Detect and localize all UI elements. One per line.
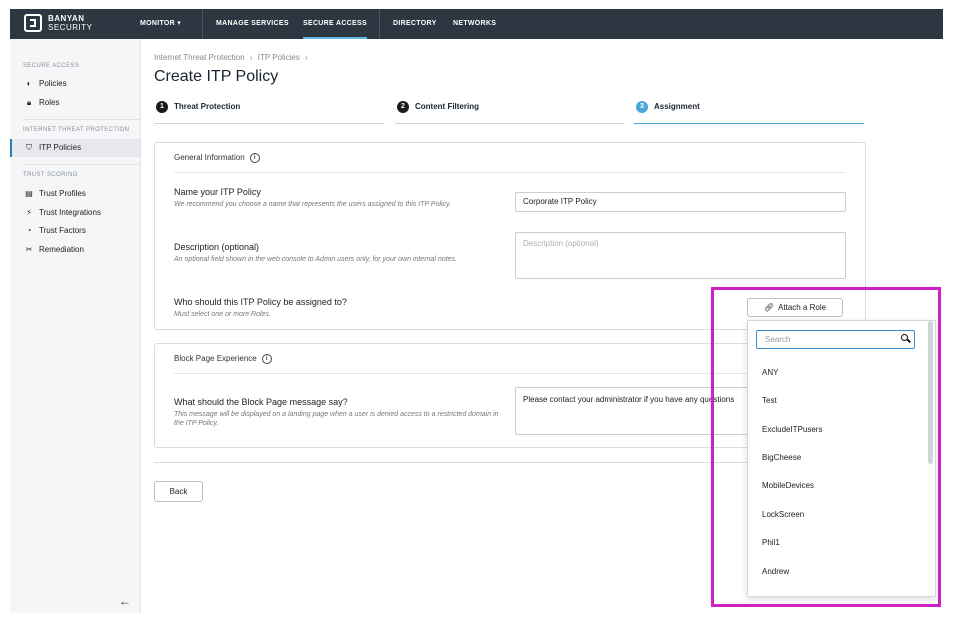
policy-name-help: We recommend you choose a name that repr… [174, 201, 451, 208]
card-divider [174, 172, 844, 173]
breadcrumb-separator: › [305, 53, 308, 62]
tools-icon: ✂︎ [25, 245, 33, 254]
step-label: Content Filtering [415, 102, 479, 111]
sidebar-item-label: Trust Factors [39, 226, 86, 235]
sidebar-item-label: Trust Profiles [39, 189, 86, 198]
info-icon[interactable]: i [261, 354, 272, 364]
page-title: Create ITP Policy [154, 68, 279, 85]
sidebar-item-trust-integrations[interactable]: ⚡︎ Trust Integrations [10, 204, 140, 222]
sidebar-heading-trust-scoring: TRUST SCORING [23, 172, 78, 178]
top-nav-bar: BANYAN SECURITY MONITOR ▾ MANAGE SERVICE… [10, 9, 943, 39]
sidebar-item-label: ITP Policies [39, 143, 82, 152]
nav-divider [202, 9, 203, 39]
breadcrumb-itp[interactable]: Internet Threat Protection [154, 53, 245, 62]
assign-label: Who should this ITP Policy be assigned t… [174, 297, 347, 307]
id-card-icon: ▤ [25, 189, 33, 198]
plug-icon: ⚡︎ [26, 208, 32, 217]
brand-subtitle: SECURITY [48, 23, 93, 32]
section-title-text: General Information [174, 153, 245, 163]
sidebar-item-label: Trust Integrations [39, 208, 101, 217]
general-information-title: General Information i [174, 153, 260, 163]
breadcrumb-itp-policies[interactable]: ITP Policies [258, 53, 300, 62]
sidebar-item-trust-profiles[interactable]: ▤ Trust Profiles [10, 185, 140, 203]
nav-networks[interactable]: NETWORKS [453, 9, 496, 39]
sidebar-item-itp-policies[interactable]: ⛉ ITP Policies [10, 139, 140, 157]
breadcrumb: Internet Threat Protection › ITP Policie… [154, 53, 308, 62]
step-assignment[interactable]: 3 Assignment [634, 101, 864, 124]
description-label: Description (optional) [174, 242, 260, 252]
step-number: 2 [397, 101, 409, 113]
sidebar-item-label: Policies [39, 79, 67, 88]
sidebar-item-label: Roles [39, 98, 60, 107]
shield-outline-icon: ⛉ [26, 143, 32, 152]
sidebar-item-trust-factors[interactable]: ◔ Trust Factors [10, 222, 140, 240]
highlight-box [711, 287, 941, 607]
step-label: Threat Protection [174, 102, 241, 111]
step-threat-protection[interactable]: 1 Threat Protection [154, 101, 384, 124]
sidebar-item-label: Remediation [39, 245, 84, 254]
description-textarea[interactable]: Description (optional) [515, 232, 846, 279]
policy-name-input[interactable]: Corporate ITP Policy [515, 192, 846, 212]
brand-name: BANYAN [48, 14, 85, 23]
step-number: 3 [636, 101, 648, 113]
sidebar: SECURE ACCESS ◐ Policies 🔒︎ Roles INTERN… [10, 39, 141, 613]
block-message-help: This message will be displayed on a land… [174, 411, 499, 427]
block-message-label: What should the Block Page message say? [174, 397, 348, 407]
collapse-sidebar-icon[interactable]: ← [119, 594, 131, 608]
lock-icon: 🔒︎ [26, 98, 32, 107]
assign-help: Must select one or more Roles. [174, 311, 271, 318]
nav-secure-access[interactable]: SECURE ACCESS [303, 9, 367, 39]
sidebar-heading-secure-access: SECURE ACCESS [23, 63, 80, 69]
breadcrumb-separator: › [249, 53, 253, 62]
policy-name-label: Name your ITP Policy [174, 187, 261, 197]
sidebar-divider [23, 164, 140, 165]
nav-divider [379, 9, 380, 39]
gauge-icon: ◔ [26, 226, 32, 235]
nav-directory[interactable]: DIRECTORY [393, 9, 437, 39]
nav-monitor[interactable]: MONITOR ▾ [140, 9, 181, 39]
sidebar-heading-itp: INTERNET THREAT PROTECTION [23, 127, 130, 133]
sidebar-divider [23, 119, 140, 120]
section-title-text: Block Page Experience [174, 354, 257, 364]
sidebar-item-policies[interactable]: ◐ Policies [10, 75, 140, 93]
description-help: An optional field shown in the web conso… [174, 256, 457, 263]
block-page-title: Block Page Experience i [174, 354, 272, 364]
brand-logo[interactable]: BANYAN SECURITY [24, 14, 92, 32]
sidebar-item-remediation[interactable]: ✂︎ Remediation [10, 241, 140, 259]
back-button[interactable]: Back [154, 481, 203, 502]
shield-icon: ◐ [26, 79, 32, 88]
banyan-logo-icon [24, 14, 42, 32]
step-label: Assignment [654, 102, 700, 111]
step-content-filtering[interactable]: 2 Content Filtering [395, 101, 624, 124]
step-number: 1 [156, 101, 168, 113]
info-icon[interactable]: i [249, 153, 260, 163]
sidebar-item-roles[interactable]: 🔒︎ Roles [10, 94, 140, 112]
nav-manage-services[interactable]: MANAGE SERVICES [216, 9, 289, 39]
